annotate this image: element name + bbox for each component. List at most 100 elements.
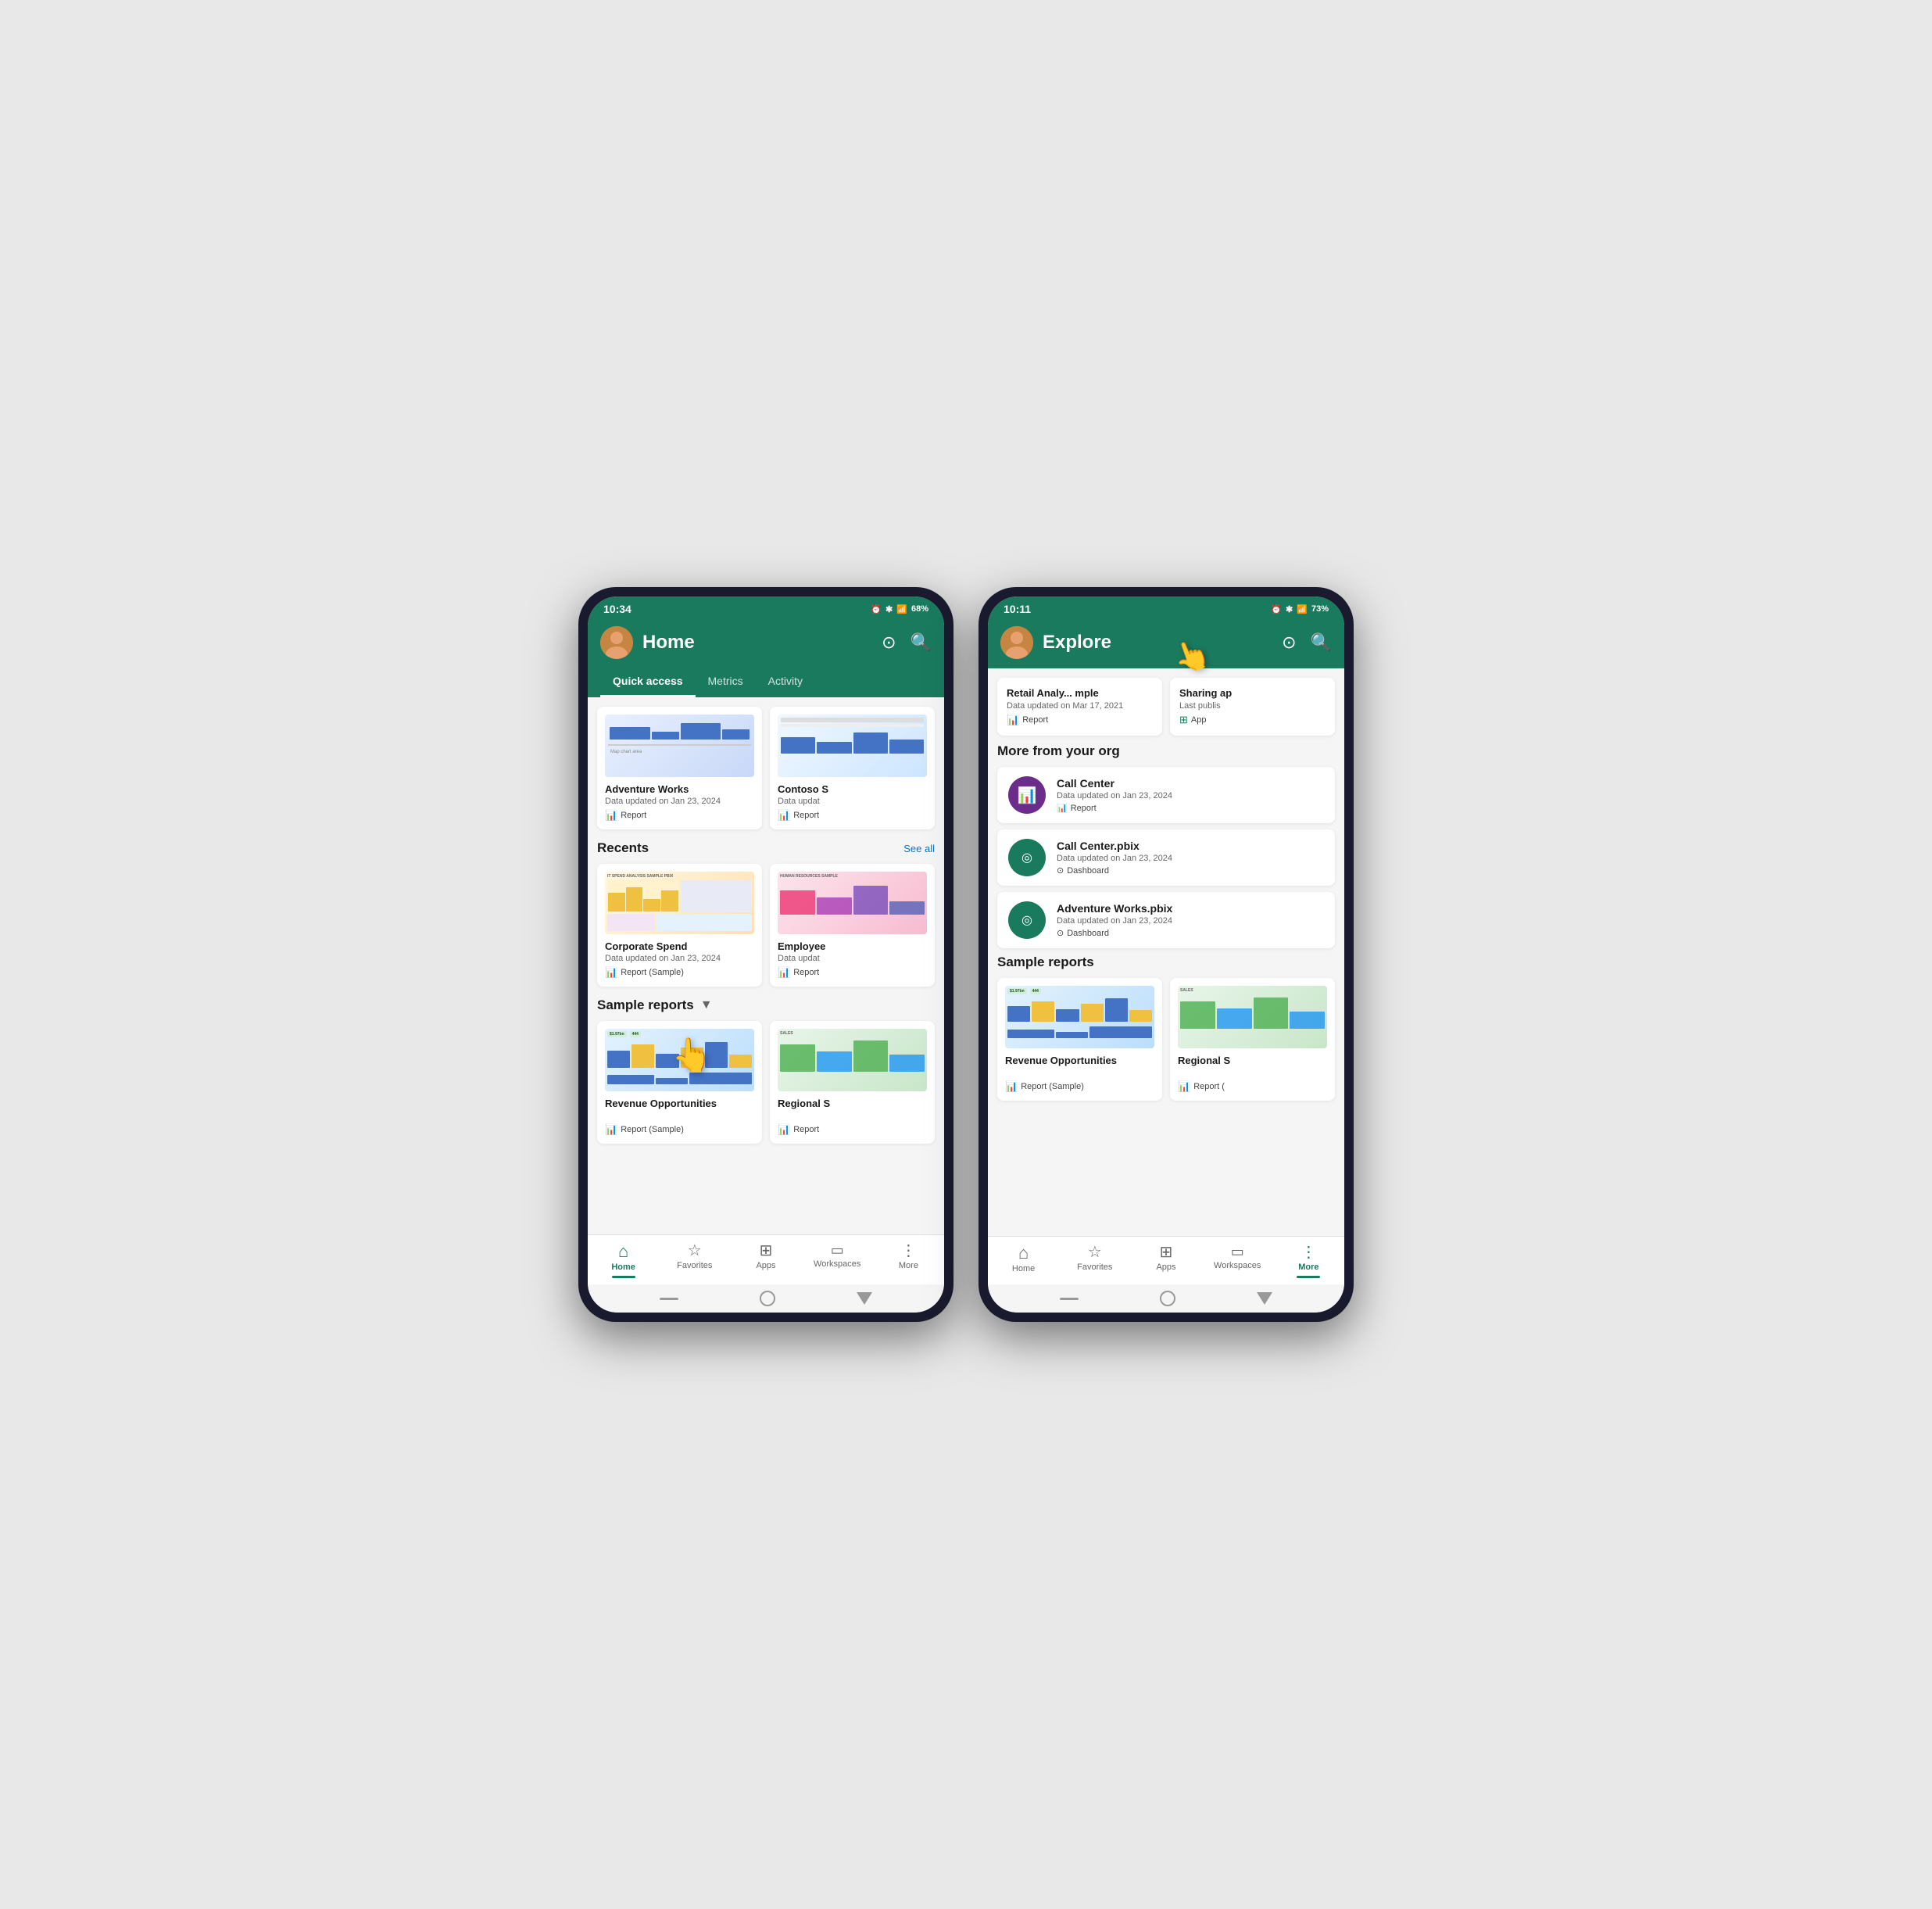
tab-quick-access[interactable]: Quick access <box>600 668 696 697</box>
adventure-pbix-info: Adventure Works.pbix Data updated on Jan… <box>1057 902 1172 938</box>
nav-favorites-1[interactable]: ☆ Favorites <box>659 1235 730 1284</box>
nav-workspaces-label-1: Workspaces <box>814 1259 860 1269</box>
camera-icon-1[interactable]: ⊙ <box>882 632 896 653</box>
bluetooth-icon: ✱ <box>886 604 893 614</box>
recents-title: Recents <box>597 840 649 856</box>
adventure-works-title: Adventure Works <box>605 783 754 795</box>
bluetooth-icon-2: ✱ <box>1286 604 1293 614</box>
home-title: Home <box>642 632 872 654</box>
dashboard-icon-2: ⊙ <box>1057 928 1064 938</box>
retail-type: 📊 Report <box>1007 714 1153 726</box>
sharing-card[interactable]: Sharing ap Last publis ⊞ App <box>1170 678 1335 736</box>
tab-metrics[interactable]: Metrics <box>696 668 756 697</box>
revenue-type: 📊 Report (Sample) <box>605 1123 754 1136</box>
home-icon-1: ⌂ <box>618 1243 628 1260</box>
adventure-pbix-item[interactable]: ◎ Adventure Works.pbix Data updated on J… <box>997 892 1335 948</box>
nav-workspaces-label-2: Workspaces <box>1214 1261 1261 1270</box>
apps-icon-1: ⊞ <box>760 1243 773 1259</box>
regional-card-2[interactable]: SALES Regional S 📊 Re <box>1170 978 1335 1101</box>
nav-favorites-label-2: Favorites <box>1077 1263 1112 1272</box>
explore-title: Explore <box>1043 632 1272 654</box>
apps-icon-2: ⊞ <box>1160 1245 1173 1260</box>
sharing-date: Last publis <box>1179 701 1326 711</box>
phone1: 10:34 ⏰ ✱ 📶 68% Home ⊙ <box>578 587 953 1322</box>
content-2: Retail Analy... mple Data updated on Mar… <box>988 668 1344 1236</box>
phone1-screen: 10:34 ⏰ ✱ 📶 68% Home ⊙ <box>588 596 944 1313</box>
avatar-img-1 <box>600 626 633 659</box>
nav-more-1[interactable]: ⋮ More <box>873 1235 944 1284</box>
regional-title-2: Regional S <box>1178 1055 1327 1066</box>
corporate-thumb: IT SPEND ANALYSIS SAMPLE PBIX <box>605 872 754 934</box>
revenue-type-2: 📊 Report (Sample) <box>1005 1080 1154 1093</box>
call-center-pbix-item[interactable]: ◎ Call Center.pbix Data updated on Jan 2… <box>997 829 1335 886</box>
employee-card[interactable]: HUMAN RESOURCES SAMPLE Employee Data upd… <box>770 864 935 987</box>
see-all-link[interactable]: See all <box>903 843 935 854</box>
back-gesture-2[interactable] <box>1060 1298 1079 1300</box>
report-icon-5: 📊 <box>605 1123 617 1136</box>
nav-workspaces-1[interactable]: ▭ Workspaces <box>802 1235 873 1284</box>
nav-apps-2[interactable]: ⊞ Apps <box>1130 1237 1201 1284</box>
nav-apps-label-2: Apps <box>1156 1263 1175 1272</box>
nav-more-2[interactable]: ⋮ More <box>1273 1237 1344 1284</box>
nav-more-label-1: More <box>899 1261 918 1270</box>
nav-favorites-label-1: Favorites <box>677 1261 712 1270</box>
adventure-chart: Map chart area <box>605 715 754 777</box>
revenue-title: Revenue Opportunities <box>605 1098 754 1109</box>
adventure-works-date: Data updated on Jan 23, 2024 <box>605 797 754 806</box>
recent-gesture-1[interactable] <box>857 1292 872 1305</box>
recents-row: IT SPEND ANALYSIS SAMPLE PBIX <box>597 864 935 987</box>
corporate-spend-type: 📊 Report (Sample) <box>605 966 754 979</box>
home-icon-2: ⌂ <box>1018 1245 1029 1262</box>
contoso-card[interactable]: Contoso S Data updat 📊 Report <box>770 707 935 829</box>
sample-reports-header-2: Sample reports <box>997 954 1335 970</box>
search-icon-1[interactable]: 🔍 <box>911 632 932 653</box>
phone2-screen: 10:11 ⏰ ✱ 📶 73% Explore <box>988 596 1344 1313</box>
sharing-title: Sharing ap <box>1179 687 1326 699</box>
wifi-icon: 📶 <box>896 604 907 614</box>
nav-home-label-1: Home <box>611 1263 635 1272</box>
nav-favorites-2[interactable]: ☆ Favorites <box>1059 1237 1130 1284</box>
nav-home-1[interactable]: ⌂ Home <box>588 1235 659 1284</box>
back-gesture-1[interactable] <box>660 1298 678 1300</box>
employee-title: Employee <box>778 940 927 952</box>
report-icon-4: 📊 <box>778 966 790 979</box>
report-icon-7: 📊 <box>1007 714 1019 726</box>
revenue-date <box>605 1111 754 1120</box>
adventure-works-card[interactable]: Map chart area Adventure Works Data upda… <box>597 707 762 829</box>
recent-gesture-2[interactable] <box>1257 1292 1272 1305</box>
call-center-pbix-type: ⊙ Dashboard <box>1057 865 1172 876</box>
corporate-spend-card[interactable]: IT SPEND ANALYSIS SAMPLE PBIX <box>597 864 762 987</box>
adventure-pbix-icon: ◎ <box>1008 901 1046 939</box>
revenue-card[interactable]: $1.97bn 444 <box>597 1021 762 1144</box>
report-icon-2: 📊 <box>778 809 790 822</box>
call-center-icon-symbol: 📊 <box>1018 786 1037 805</box>
call-center-title: Call Center <box>1057 777 1172 790</box>
report-icon-1: 📊 <box>605 809 617 822</box>
nav-apps-1[interactable]: ⊞ Apps <box>730 1235 801 1284</box>
call-center-item[interactable]: 📊 Call Center Data updated on Jan 23, 20… <box>997 767 1335 823</box>
sample-reports-row-2: $1.97bn 444 <box>997 978 1335 1101</box>
search-icon-2[interactable]: 🔍 <box>1311 632 1332 653</box>
wifi-icon-2: 📶 <box>1297 604 1308 614</box>
home-gesture-1[interactable] <box>760 1291 775 1306</box>
nav-apps-label-1: Apps <box>756 1261 775 1270</box>
camera-icon-2[interactable]: ⊙ <box>1282 632 1296 653</box>
call-center-type: 📊 Report <box>1057 803 1172 813</box>
bottom-nav-2: ⌂ Home ☆ Favorites ⊞ Apps ▭ Workspaces ⋮… <box>988 1236 1344 1284</box>
favorites-icon-1: ☆ <box>688 1243 702 1259</box>
retail-card[interactable]: Retail Analy... mple Data updated on Mar… <box>997 678 1162 736</box>
revenue-card-2[interactable]: $1.97bn 444 <box>997 978 1162 1101</box>
report-icon-9: 📊 <box>1178 1080 1190 1093</box>
tab-activity[interactable]: Activity <box>756 668 815 697</box>
regional-card-1[interactable]: SALES Regional S 📊 Re <box>770 1021 935 1144</box>
call-center-pbix-icon: ◎ <box>1008 839 1046 876</box>
employee-type: 📊 Report <box>778 966 927 979</box>
call-center-info: Call Center Data updated on Jan 23, 2024… <box>1057 777 1172 813</box>
call-center-date: Data updated on Jan 23, 2024 <box>1057 791 1172 800</box>
home-gesture-2[interactable] <box>1160 1291 1175 1306</box>
report-icon-6: 📊 <box>778 1123 790 1136</box>
contoso-type: 📊 Report <box>778 809 927 822</box>
nav-home-2[interactable]: ⌂ Home <box>988 1237 1059 1284</box>
regional-title-1: Regional S <box>778 1098 927 1109</box>
nav-workspaces-2[interactable]: ▭ Workspaces <box>1202 1237 1273 1284</box>
